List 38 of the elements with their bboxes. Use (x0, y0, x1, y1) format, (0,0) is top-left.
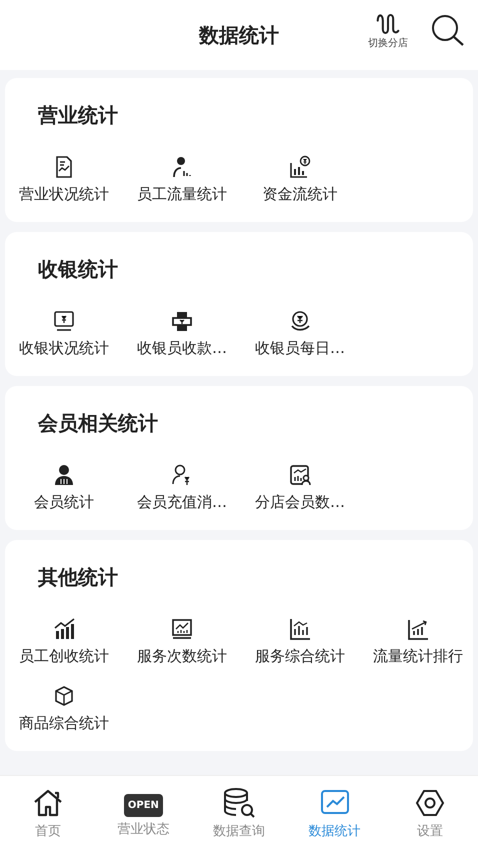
stat-menu-item[interactable]: 商品综合统计 (5, 684, 123, 733)
coin-bar-chart-icon (288, 155, 312, 179)
tab-bar-item[interactable]: OPEN 营业状态 (98, 788, 188, 838)
stat-menu-item[interactable]: 资金流统计 (241, 155, 359, 204)
tab-bar-item[interactable]: 首页 (2, 786, 93, 840)
switch-store-button[interactable]: 切换分店 (368, 12, 408, 50)
bar-chart-icon (288, 617, 312, 641)
stat-menu-item[interactable]: 员工流量统计 (123, 155, 241, 204)
section-title: 营业统计 (38, 102, 119, 129)
stat-menu-item[interactable]: 员工创收统计 (5, 617, 123, 666)
stat-menu-item[interactable]: 会员充值消… (123, 463, 241, 512)
tab-bar-item[interactable]: 设置 (385, 786, 476, 840)
chart-person-icon (288, 463, 312, 487)
monitor-icon (52, 309, 76, 333)
member-icon (52, 463, 76, 487)
stat-menu-item[interactable]: 服务综合统计 (241, 617, 359, 666)
page-title: 数据统计 (199, 22, 279, 48)
box-icon (52, 684, 76, 708)
search-icon[interactable] (430, 13, 466, 49)
rising-chart-icon (52, 617, 76, 641)
tab-bar-item[interactable]: 数据查询 (194, 786, 284, 840)
monitor-chart-icon (170, 617, 194, 641)
stat-menu-item[interactable]: 营业状况统计 (5, 155, 123, 204)
growth-bar-chart-icon (406, 617, 430, 641)
section-title: 其他统计 (38, 564, 119, 591)
stat-menu-item[interactable]: 收银状况统计 (5, 309, 123, 358)
section-title: 收银统计 (38, 256, 119, 283)
database-search-icon (222, 786, 256, 818)
tab-bar-item[interactable]: 数据统计 (290, 786, 380, 840)
stat-menu-item[interactable]: 分店会员数… (241, 463, 359, 512)
stat-menu-item[interactable]: 收银员收款… (123, 309, 241, 358)
stat-menu-item[interactable]: 收银员每日… (241, 309, 359, 358)
open-sign: OPEN (124, 794, 163, 817)
stat-menu-item[interactable]: 会员统计 (5, 463, 123, 512)
person-chart-icon (170, 155, 194, 179)
section-title: 会员相关统计 (38, 410, 159, 437)
stat-menu-item[interactable]: 流量统计排行 (359, 617, 477, 666)
stat-menu-item[interactable]: 服务次数统计 (123, 617, 241, 666)
